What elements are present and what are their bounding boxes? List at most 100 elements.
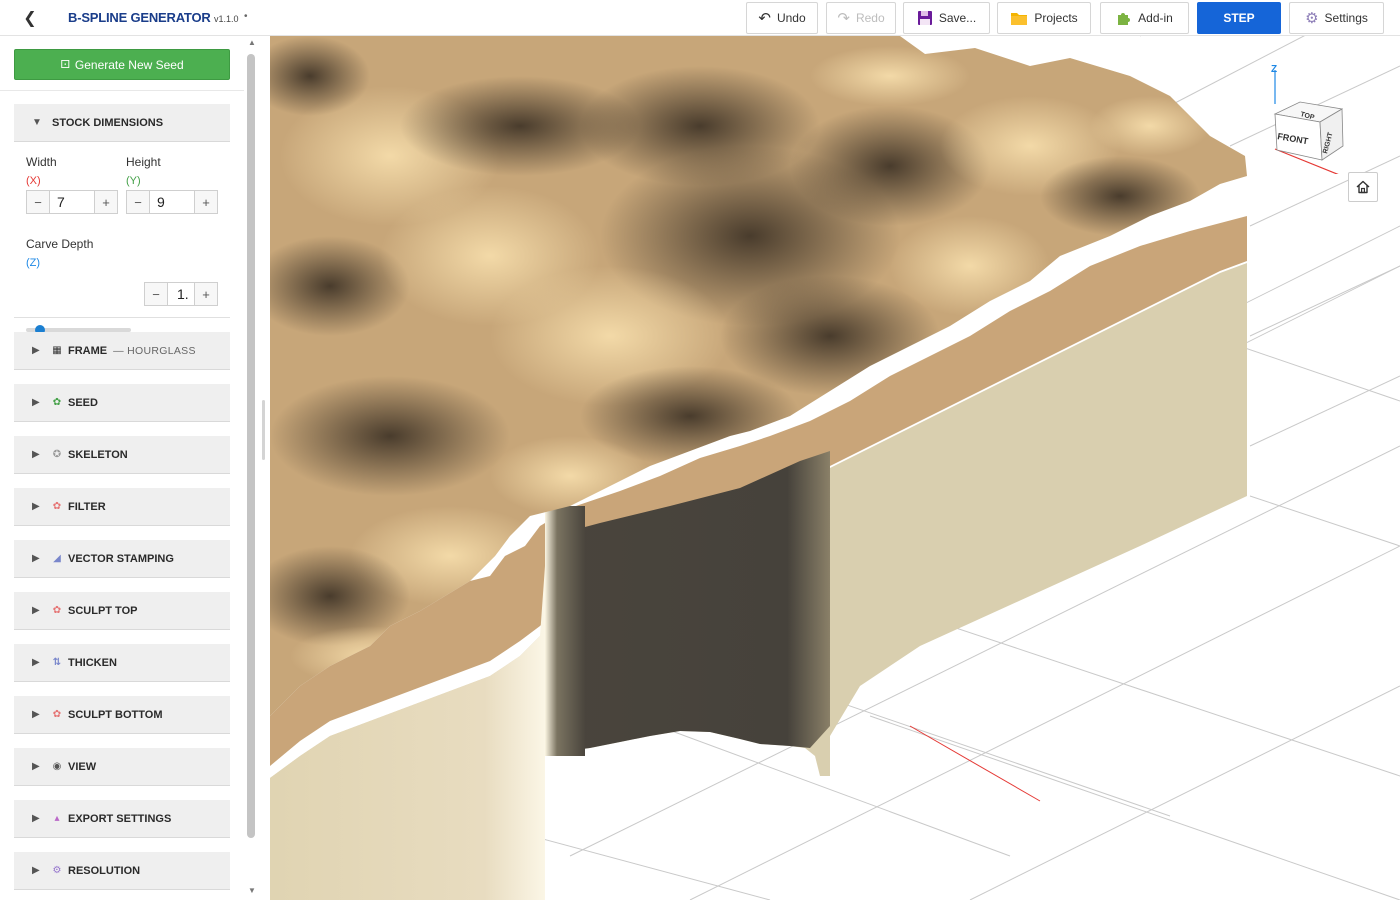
height-decrement-button[interactable]: −	[127, 191, 149, 213]
view-cube[interactable]: Z X TOP FRONT RIGHT	[1270, 64, 1360, 174]
top-toolbar: ❮ B-SPLINE GENERATOR v1.1.0 • ↶ Undo ↷ R…	[0, 0, 1400, 36]
floppy-disk-icon	[917, 11, 932, 25]
scroll-up-arrow-icon[interactable]: ▲	[248, 38, 256, 47]
panel-thicken[interactable]: ▶ ⇅ THICKEN	[14, 644, 230, 682]
sidebar: ⚀ Generate New Seed ▼ STOCK DIMENSIONS W…	[0, 36, 260, 900]
bone-icon: ✪	[52, 449, 62, 460]
height-label: Height	[126, 155, 161, 169]
expanded-triangle-icon: ▼	[32, 117, 42, 128]
collapsed-triangle-icon: ▶	[32, 865, 40, 876]
generate-label: Generate New Seed	[74, 57, 184, 72]
depth-input[interactable]: 1.	[167, 283, 195, 305]
panel-title: SEED	[68, 396, 98, 409]
divider	[0, 90, 244, 91]
panel-title: EXPORT SETTINGS	[68, 812, 172, 825]
app-title: B-SPLINE GENERATOR	[68, 10, 211, 25]
panel-title: VECTOR STAMPING	[68, 552, 174, 565]
home-icon	[1356, 180, 1370, 194]
stock-dimensions-body: Width (X) − 7 + Height (Y) − 9 + Carve D…	[14, 142, 230, 335]
model-render	[270, 36, 1400, 900]
3d-viewport[interactable]: Z X TOP FRONT RIGHT	[270, 36, 1400, 900]
cube-z-label: Z	[1271, 64, 1277, 75]
panel-stock-dimensions[interactable]: ▼ STOCK DIMENSIONS	[14, 104, 230, 142]
panel-title: FILTER	[68, 500, 106, 513]
width-input[interactable]: 7	[49, 191, 95, 213]
projects-button[interactable]: Projects	[997, 2, 1091, 34]
filter-icon: ✿	[52, 501, 62, 512]
step-export-button[interactable]: STEP	[1197, 2, 1281, 34]
panel-title: STOCK DIMENSIONS	[52, 116, 164, 129]
panel-skeleton[interactable]: ▶ ✪ SKELETON	[14, 436, 230, 474]
width-increment-button[interactable]: +	[95, 191, 117, 213]
collapsed-triangle-icon: ▶	[32, 813, 40, 824]
ruler-icon: ◢	[53, 553, 61, 564]
unsaved-indicator: •	[244, 11, 248, 22]
panel-title: THICKEN	[68, 656, 117, 669]
width-stepper[interactable]: − 7 +	[26, 190, 118, 214]
panel-view[interactable]: ▶ ◉ VIEW	[14, 748, 230, 786]
settings-label: Settings	[1324, 11, 1368, 25]
undo-button[interactable]: ↶ Undo	[746, 2, 818, 34]
panel-title: SKELETON	[68, 448, 128, 461]
sculpt-icon: ✿	[52, 605, 62, 616]
panel-title: VIEW	[68, 760, 97, 773]
save-button[interactable]: Save...	[903, 2, 990, 34]
redo-icon: ↷	[837, 9, 850, 27]
eye-icon: ◉	[52, 761, 62, 772]
gear-icon: ⚙	[1305, 9, 1319, 27]
panel-title: SCULPT TOP	[68, 604, 138, 617]
width-label: Width	[26, 155, 57, 169]
collapsed-triangle-icon: ▶	[32, 605, 40, 616]
carve-depth-label: Carve Depth	[26, 237, 94, 251]
height-stepper[interactable]: − 9 +	[126, 190, 218, 214]
panel-sculpt-top[interactable]: ▶ ✿ SCULPT TOP	[14, 592, 230, 630]
home-view-button[interactable]	[1348, 172, 1378, 202]
collapsed-triangle-icon: ▶	[32, 761, 40, 772]
sidebar-resize-handle[interactable]	[262, 400, 265, 460]
seedling-icon: ✿	[52, 397, 62, 408]
panel-vector-stamping[interactable]: ▶ ◢ VECTOR STAMPING	[14, 540, 230, 578]
scroll-down-arrow-icon[interactable]: ▼	[248, 886, 256, 895]
redo-label: Redo	[855, 11, 885, 25]
folder-icon	[1011, 13, 1028, 25]
puzzle-icon	[1118, 13, 1131, 25]
collapsed-triangle-icon: ▶	[32, 449, 40, 460]
sidebar-scrollbar[interactable]: ▲ ▼	[244, 36, 260, 900]
projects-label: Projects	[1034, 11, 1078, 25]
scrollbar-thumb[interactable]	[247, 54, 255, 838]
gear-icon: ⚙	[52, 865, 62, 876]
panel-export-settings[interactable]: ▶ ▴ EXPORT SETTINGS	[14, 800, 230, 838]
collapsed-triangle-icon: ▶	[32, 553, 40, 564]
x-axis-label: (X)	[26, 175, 41, 187]
redo-button[interactable]: ↷ Redo	[826, 2, 896, 34]
height-input[interactable]: 9	[149, 191, 195, 213]
export-icon: ▴	[54, 813, 60, 824]
depth-decrement-button[interactable]: −	[145, 283, 167, 305]
collapsed-triangle-icon: ▶	[32, 501, 40, 512]
y-axis-label: (Y)	[126, 175, 141, 187]
z-axis-label: (Z)	[26, 257, 41, 269]
carve-depth-stepper[interactable]: − 1. +	[144, 282, 218, 306]
panel-seed[interactable]: ▶ ✿ SEED	[14, 384, 230, 422]
generate-new-seed-button[interactable]: ⚀ Generate New Seed	[14, 49, 230, 80]
panel-filter[interactable]: ▶ ✿ FILTER	[14, 488, 230, 526]
panel-title: SCULPT BOTTOM	[68, 708, 163, 721]
width-decrement-button[interactable]: −	[27, 191, 49, 213]
panel-frame[interactable]: ▶ ▦ FRAME — HOURGLASS	[14, 332, 230, 370]
sculpt-icon: ✿	[52, 709, 62, 720]
step-label: STEP	[1223, 11, 1255, 25]
settings-button[interactable]: ⚙ Settings	[1289, 2, 1384, 34]
cavity-highlight	[545, 506, 585, 756]
collapsed-triangle-icon: ▶	[32, 397, 40, 408]
depth-increment-button[interactable]: +	[195, 283, 217, 305]
panel-resolution[interactable]: ▶ ⚙ RESOLUTION	[14, 852, 230, 890]
addin-button[interactable]: Add-in	[1100, 2, 1189, 34]
height-increment-button[interactable]: +	[195, 191, 217, 213]
panel-sculpt-bottom[interactable]: ▶ ✿ SCULPT BOTTOM	[14, 696, 230, 734]
addin-label: Add-in	[1138, 11, 1173, 25]
panel-title: RESOLUTION	[68, 864, 141, 877]
app-version: v1.1.0	[214, 14, 239, 24]
back-arrow-icon[interactable]: ❮	[20, 8, 40, 28]
panel-title: FRAME	[68, 344, 108, 357]
panel-subtitle: — HOURGLASS	[113, 344, 196, 357]
